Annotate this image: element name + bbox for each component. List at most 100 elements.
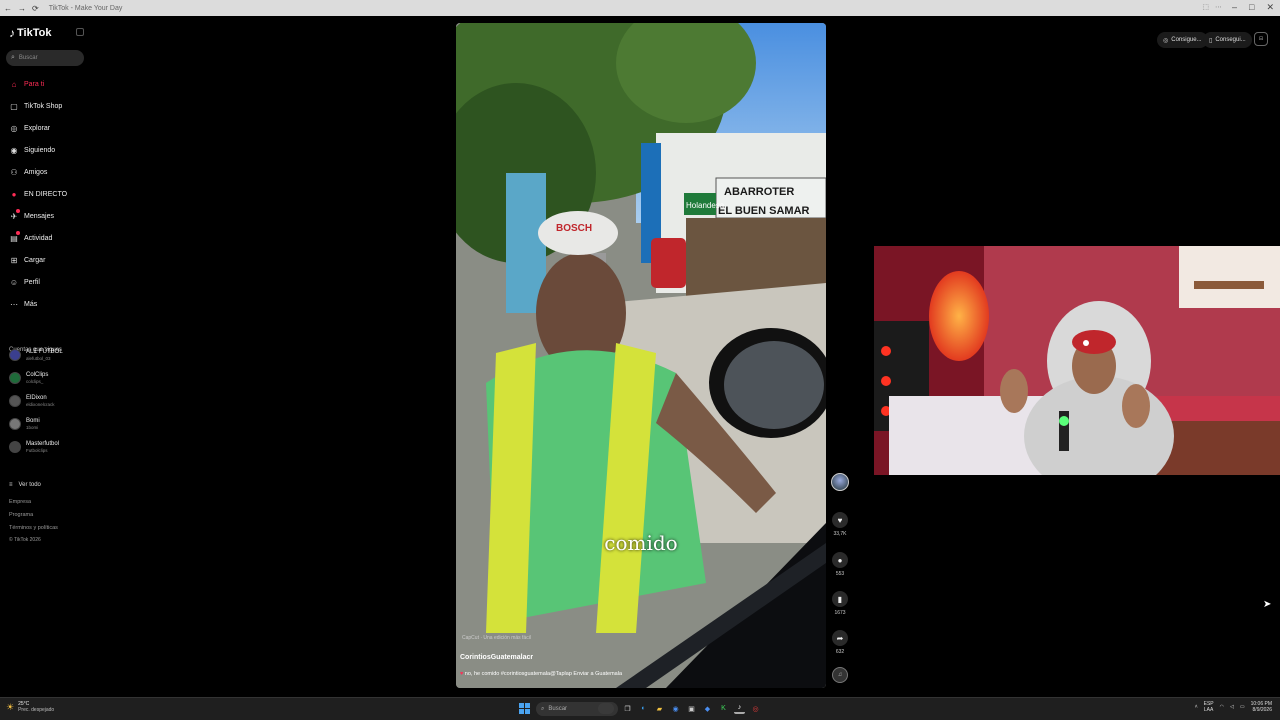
sidebar-item-label: Amigos	[24, 168, 48, 176]
obs-icon[interactable]: ◎	[750, 703, 761, 714]
sidebar-item-siguiendo[interactable]: ◉ Siguiendo	[9, 143, 56, 157]
search-icon: ⌕	[541, 705, 545, 712]
following-account[interactable]: ColClips colclips_	[9, 369, 48, 387]
comment-button[interactable]: ● 553	[831, 552, 849, 577]
list-icon: ≡	[9, 482, 13, 488]
chevron-up-icon[interactable]: ˄	[1195, 704, 1198, 710]
avatar	[9, 418, 21, 430]
account-handle: colclips_	[26, 378, 44, 384]
footer-link-empresa[interactable]: Empresa	[9, 499, 31, 505]
following-account[interactable]: Bomi 1bomi	[9, 415, 40, 433]
share-button[interactable]: ➦ 632	[831, 630, 849, 655]
get-coins-button[interactable]: ◎ Consigue...	[1157, 32, 1208, 48]
store-icon[interactable]: ▣	[686, 703, 697, 714]
avatar	[9, 349, 21, 361]
volume-icon[interactable]: ◁	[1230, 704, 1234, 710]
widgets-icon[interactable]	[598, 703, 614, 714]
account-name: Bomi	[26, 417, 40, 424]
task-view-icon[interactable]: ❐	[622, 703, 633, 714]
chrome-icon[interactable]: ◉	[670, 703, 681, 714]
avatar	[9, 441, 21, 453]
search-input[interactable]: ⌕ Buscar	[6, 50, 84, 66]
sidebar-item-en-directo[interactable]: ● EN DIRECTO	[9, 187, 67, 201]
following-account[interactable]: ElDixon eldixonelcrack	[9, 392, 55, 410]
extension-icon[interactable]: ⬚	[1202, 3, 1209, 11]
windows-start-icon[interactable]	[519, 703, 530, 714]
capcut-label[interactable]: CapCut · Una edición más fácil	[462, 635, 531, 641]
sidebar-item-amigos[interactable]: ⚇ Amigos	[9, 165, 47, 179]
tiktok-note-icon: ♪	[9, 26, 15, 40]
footer-link-programa[interactable]: Programa	[9, 512, 33, 518]
weather-condition: Prec. despejado	[18, 707, 55, 713]
collapse-sidebar-icon[interactable]	[76, 28, 84, 36]
weather-widget[interactable]: ☀ 25°C Prec. despejado	[6, 701, 54, 713]
sidebar-item-label: TikTok Shop	[24, 102, 63, 110]
kick-icon[interactable]: K	[718, 703, 729, 714]
heart-emoji-icon: ♥	[460, 671, 464, 677]
account-name: Masterfutbol	[26, 440, 60, 447]
forward-icon[interactable]: →	[18, 4, 26, 13]
account-handle: eldixonelcrack	[26, 401, 55, 407]
webcam-frame	[874, 246, 1280, 475]
following-account[interactable]: Masterfutbol Futbolclips	[9, 438, 59, 456]
clock[interactable]: 10:06 PM 8/9/2026	[1251, 701, 1272, 713]
video-player[interactable]: ABARROTER EL BUEN SAMAR Holandesa BOSCH …	[456, 23, 826, 688]
following-icon: ◉	[10, 145, 18, 155]
friends-icon: ⚇	[10, 167, 18, 177]
close-button[interactable]: ✕	[1266, 2, 1274, 13]
live-icon: ●	[11, 189, 17, 199]
creator-avatar[interactable]	[831, 473, 849, 491]
see-all-link[interactable]: ≡ Ver todo	[9, 482, 41, 488]
like-button[interactable]: ♥ 33,7K	[831, 512, 849, 537]
video-author[interactable]: CorintiosGuatemalacr	[460, 654, 533, 661]
sun-icon: ☀	[6, 701, 15, 712]
sidebar-item-mas[interactable]: ⋯ Más	[9, 297, 37, 311]
tiktok-app-icon[interactable]: ♪	[734, 703, 745, 714]
browser-nav: ← → ⟳	[0, 4, 39, 13]
following-account[interactable]: ALE FÚTBOL alefutbol_03	[9, 346, 63, 364]
heart-icon: ♥	[832, 512, 848, 528]
battery-icon[interactable]: ▭	[1240, 704, 1245, 710]
sign-text: EL BUEN SAMAR	[718, 205, 810, 217]
sidebar-item-cargar[interactable]: ⊞ Cargar	[9, 253, 46, 267]
back-icon[interactable]: ←	[4, 4, 12, 13]
share-icon: ➦	[832, 630, 848, 646]
sign-text: Holandesa	[686, 201, 725, 210]
music-disc-icon[interactable]: ♫	[832, 667, 848, 683]
account-handle: 1bomi	[26, 424, 39, 430]
footer-link-terminos[interactable]: Términos y políticas	[9, 525, 58, 531]
sidebar-item-tiktok-shop[interactable]: ▢ TikTok Shop	[9, 99, 62, 113]
system-tray: ˄ ESP LAA ◠ ◁ ▭ 10:06 PM 8/9/2026	[1195, 701, 1272, 713]
edge-browser-icon[interactable]: ◐	[638, 703, 649, 714]
sidebar-item-para-ti[interactable]: ⌂ Para ti	[9, 77, 45, 91]
language-indicator[interactable]: ESP LAA	[1204, 701, 1214, 713]
file-explorer-icon[interactable]: ▰	[654, 703, 665, 714]
sidebar: ♪ TikTok ⌕ Buscar ⌂ Para ti ▢ TikTok Sho…	[0, 16, 88, 696]
reload-icon[interactable]: ⟳	[32, 4, 39, 13]
account-name: ElDixon	[26, 394, 47, 401]
get-app-button[interactable]: ▯ Consegui...	[1203, 32, 1252, 48]
sidebar-item-mensajes[interactable]: ✈ Mensajes	[9, 209, 54, 223]
like-count: 33,7K	[833, 531, 847, 537]
save-button[interactable]: ▮ 1673	[831, 591, 849, 616]
tab-title[interactable]: TikTok - Make Your Day	[49, 5, 123, 12]
sidebar-item-label: Para ti	[24, 80, 45, 88]
menu-icon[interactable]: ⋯	[1215, 3, 1222, 11]
tiktok-logo[interactable]: ♪ TikTok	[9, 26, 51, 40]
maximize-button[interactable]: □	[1249, 2, 1254, 13]
sidebar-item-actividad[interactable]: ▤ Actividad	[9, 231, 52, 245]
notification-badge	[16, 231, 20, 235]
minimize-button[interactable]: –	[1232, 2, 1237, 13]
upload-icon: ⊞	[10, 255, 18, 265]
sidebar-item-label: Mensajes	[24, 212, 54, 220]
video-frame: ABARROTER EL BUEN SAMAR Holandesa BOSCH	[456, 23, 826, 688]
sidebar-item-perfil[interactable]: ☺ Perfil	[9, 275, 40, 289]
sidebar-item-label: Explorar	[24, 124, 51, 132]
wifi-icon[interactable]: ◠	[1220, 704, 1224, 710]
sidebar-item-label: Más	[24, 300, 38, 308]
sidebar-item-explorar[interactable]: ◎ Explorar	[9, 121, 51, 135]
avatar	[9, 372, 21, 384]
profile-button[interactable]: ⊟	[1254, 32, 1268, 46]
app-icon[interactable]: ◆	[702, 703, 713, 714]
messages-icon: ✈	[9, 209, 20, 221]
